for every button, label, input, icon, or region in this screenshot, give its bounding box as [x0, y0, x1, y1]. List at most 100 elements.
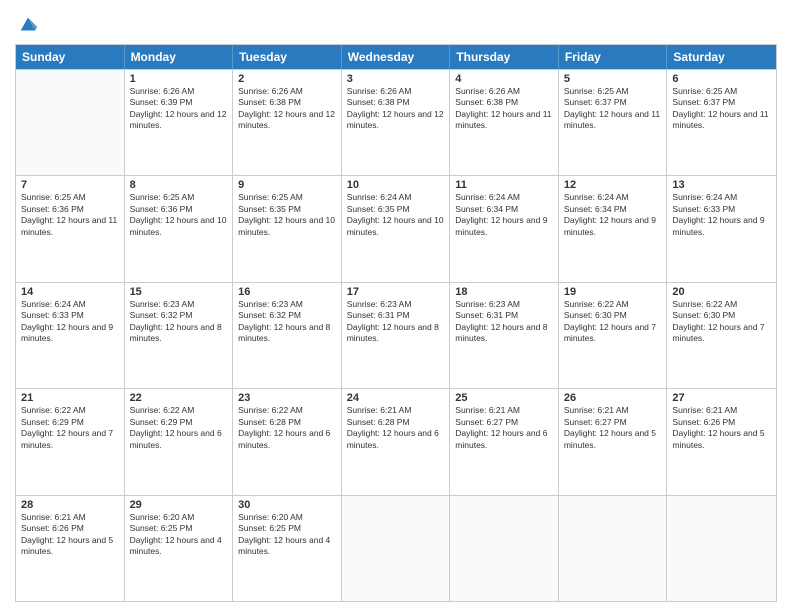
day-info: Sunrise: 6:22 AMSunset: 6:30 PMDaylight:…: [564, 299, 662, 345]
day-number: 3: [347, 73, 445, 85]
calendar-cell: 5Sunrise: 6:25 AMSunset: 6:37 PMDaylight…: [559, 70, 668, 175]
day-number: 19: [564, 286, 662, 298]
day-number: 11: [455, 179, 553, 191]
day-info: Sunrise: 6:22 AMSunset: 6:29 PMDaylight:…: [21, 405, 119, 451]
logo: [15, 14, 39, 36]
day-number: 14: [21, 286, 119, 298]
calendar-cell: 14Sunrise: 6:24 AMSunset: 6:33 PMDayligh…: [16, 283, 125, 388]
day-info: Sunrise: 6:25 AMSunset: 6:37 PMDaylight:…: [672, 86, 771, 132]
day-info: Sunrise: 6:24 AMSunset: 6:35 PMDaylight:…: [347, 192, 445, 238]
calendar-cell: 7Sunrise: 6:25 AMSunset: 6:36 PMDaylight…: [16, 176, 125, 281]
day-number: 18: [455, 286, 553, 298]
day-number: 13: [672, 179, 771, 191]
day-number: 27: [672, 392, 771, 404]
calendar-cell: 26Sunrise: 6:21 AMSunset: 6:27 PMDayligh…: [559, 389, 668, 494]
day-number: 7: [21, 179, 119, 191]
calendar-cell: 3Sunrise: 6:26 AMSunset: 6:38 PMDaylight…: [342, 70, 451, 175]
day-number: 10: [347, 179, 445, 191]
day-number: 25: [455, 392, 553, 404]
day-number: 6: [672, 73, 771, 85]
calendar-cell: 28Sunrise: 6:21 AMSunset: 6:26 PMDayligh…: [16, 496, 125, 601]
calendar-row-4: 21Sunrise: 6:22 AMSunset: 6:29 PMDayligh…: [16, 388, 776, 494]
calendar-cell: [450, 496, 559, 601]
day-number: 23: [238, 392, 336, 404]
calendar-cell: 16Sunrise: 6:23 AMSunset: 6:32 PMDayligh…: [233, 283, 342, 388]
day-info: Sunrise: 6:20 AMSunset: 6:25 PMDaylight:…: [130, 512, 228, 558]
calendar-header-sunday: Sunday: [16, 45, 125, 69]
day-info: Sunrise: 6:23 AMSunset: 6:32 PMDaylight:…: [130, 299, 228, 345]
calendar-cell: 30Sunrise: 6:20 AMSunset: 6:25 PMDayligh…: [233, 496, 342, 601]
day-number: 12: [564, 179, 662, 191]
day-info: Sunrise: 6:21 AMSunset: 6:27 PMDaylight:…: [455, 405, 553, 451]
calendar-cell: 19Sunrise: 6:22 AMSunset: 6:30 PMDayligh…: [559, 283, 668, 388]
day-info: Sunrise: 6:21 AMSunset: 6:27 PMDaylight:…: [564, 405, 662, 451]
day-number: 15: [130, 286, 228, 298]
day-info: Sunrise: 6:25 AMSunset: 6:36 PMDaylight:…: [21, 192, 119, 238]
logo-icon: [17, 14, 39, 36]
calendar-header: SundayMondayTuesdayWednesdayThursdayFrid…: [16, 45, 776, 69]
calendar-header-monday: Monday: [125, 45, 234, 69]
logo-text: [15, 14, 39, 36]
calendar-cell: [559, 496, 668, 601]
day-info: Sunrise: 6:24 AMSunset: 6:33 PMDaylight:…: [21, 299, 119, 345]
calendar-cell: [16, 70, 125, 175]
calendar-cell: 13Sunrise: 6:24 AMSunset: 6:33 PMDayligh…: [667, 176, 776, 281]
day-number: 16: [238, 286, 336, 298]
day-info: Sunrise: 6:25 AMSunset: 6:35 PMDaylight:…: [238, 192, 336, 238]
calendar-header-friday: Friday: [559, 45, 668, 69]
day-number: 30: [238, 499, 336, 511]
day-info: Sunrise: 6:21 AMSunset: 6:26 PMDaylight:…: [21, 512, 119, 558]
calendar-cell: 11Sunrise: 6:24 AMSunset: 6:34 PMDayligh…: [450, 176, 559, 281]
day-info: Sunrise: 6:22 AMSunset: 6:30 PMDaylight:…: [672, 299, 771, 345]
calendar-cell: 20Sunrise: 6:22 AMSunset: 6:30 PMDayligh…: [667, 283, 776, 388]
day-number: 1: [130, 73, 228, 85]
day-info: Sunrise: 6:23 AMSunset: 6:31 PMDaylight:…: [347, 299, 445, 345]
calendar-header-saturday: Saturday: [667, 45, 776, 69]
calendar-cell: [667, 496, 776, 601]
day-info: Sunrise: 6:26 AMSunset: 6:39 PMDaylight:…: [130, 86, 228, 132]
day-number: 22: [130, 392, 228, 404]
calendar-header-tuesday: Tuesday: [233, 45, 342, 69]
calendar-cell: 6Sunrise: 6:25 AMSunset: 6:37 PMDaylight…: [667, 70, 776, 175]
calendar-body: 1Sunrise: 6:26 AMSunset: 6:39 PMDaylight…: [16, 69, 776, 601]
calendar-cell: 17Sunrise: 6:23 AMSunset: 6:31 PMDayligh…: [342, 283, 451, 388]
day-number: 21: [21, 392, 119, 404]
calendar-cell: 10Sunrise: 6:24 AMSunset: 6:35 PMDayligh…: [342, 176, 451, 281]
day-info: Sunrise: 6:21 AMSunset: 6:26 PMDaylight:…: [672, 405, 771, 451]
calendar-row-2: 7Sunrise: 6:25 AMSunset: 6:36 PMDaylight…: [16, 175, 776, 281]
day-info: Sunrise: 6:25 AMSunset: 6:37 PMDaylight:…: [564, 86, 662, 132]
day-number: 24: [347, 392, 445, 404]
calendar: SundayMondayTuesdayWednesdayThursdayFrid…: [15, 44, 777, 602]
calendar-cell: 12Sunrise: 6:24 AMSunset: 6:34 PMDayligh…: [559, 176, 668, 281]
calendar-header-thursday: Thursday: [450, 45, 559, 69]
header: [15, 10, 777, 36]
day-info: Sunrise: 6:20 AMSunset: 6:25 PMDaylight:…: [238, 512, 336, 558]
calendar-cell: 9Sunrise: 6:25 AMSunset: 6:35 PMDaylight…: [233, 176, 342, 281]
calendar-cell: 15Sunrise: 6:23 AMSunset: 6:32 PMDayligh…: [125, 283, 234, 388]
calendar-cell: 25Sunrise: 6:21 AMSunset: 6:27 PMDayligh…: [450, 389, 559, 494]
calendar-cell: 24Sunrise: 6:21 AMSunset: 6:28 PMDayligh…: [342, 389, 451, 494]
calendar-row-5: 28Sunrise: 6:21 AMSunset: 6:26 PMDayligh…: [16, 495, 776, 601]
calendar-cell: 29Sunrise: 6:20 AMSunset: 6:25 PMDayligh…: [125, 496, 234, 601]
calendar-cell: 21Sunrise: 6:22 AMSunset: 6:29 PMDayligh…: [16, 389, 125, 494]
day-number: 26: [564, 392, 662, 404]
day-number: 2: [238, 73, 336, 85]
day-info: Sunrise: 6:23 AMSunset: 6:31 PMDaylight:…: [455, 299, 553, 345]
day-info: Sunrise: 6:26 AMSunset: 6:38 PMDaylight:…: [238, 86, 336, 132]
day-number: 9: [238, 179, 336, 191]
calendar-header-wednesday: Wednesday: [342, 45, 451, 69]
day-number: 28: [21, 499, 119, 511]
day-info: Sunrise: 6:26 AMSunset: 6:38 PMDaylight:…: [455, 86, 553, 132]
day-info: Sunrise: 6:24 AMSunset: 6:33 PMDaylight:…: [672, 192, 771, 238]
calendar-cell: 8Sunrise: 6:25 AMSunset: 6:36 PMDaylight…: [125, 176, 234, 281]
day-number: 5: [564, 73, 662, 85]
calendar-cell: 22Sunrise: 6:22 AMSunset: 6:29 PMDayligh…: [125, 389, 234, 494]
day-info: Sunrise: 6:24 AMSunset: 6:34 PMDaylight:…: [455, 192, 553, 238]
day-info: Sunrise: 6:21 AMSunset: 6:28 PMDaylight:…: [347, 405, 445, 451]
calendar-cell: 4Sunrise: 6:26 AMSunset: 6:38 PMDaylight…: [450, 70, 559, 175]
day-number: 20: [672, 286, 771, 298]
calendar-cell: 18Sunrise: 6:23 AMSunset: 6:31 PMDayligh…: [450, 283, 559, 388]
calendar-page: SundayMondayTuesdayWednesdayThursdayFrid…: [0, 0, 792, 612]
calendar-cell: 2Sunrise: 6:26 AMSunset: 6:38 PMDaylight…: [233, 70, 342, 175]
day-info: Sunrise: 6:25 AMSunset: 6:36 PMDaylight:…: [130, 192, 228, 238]
